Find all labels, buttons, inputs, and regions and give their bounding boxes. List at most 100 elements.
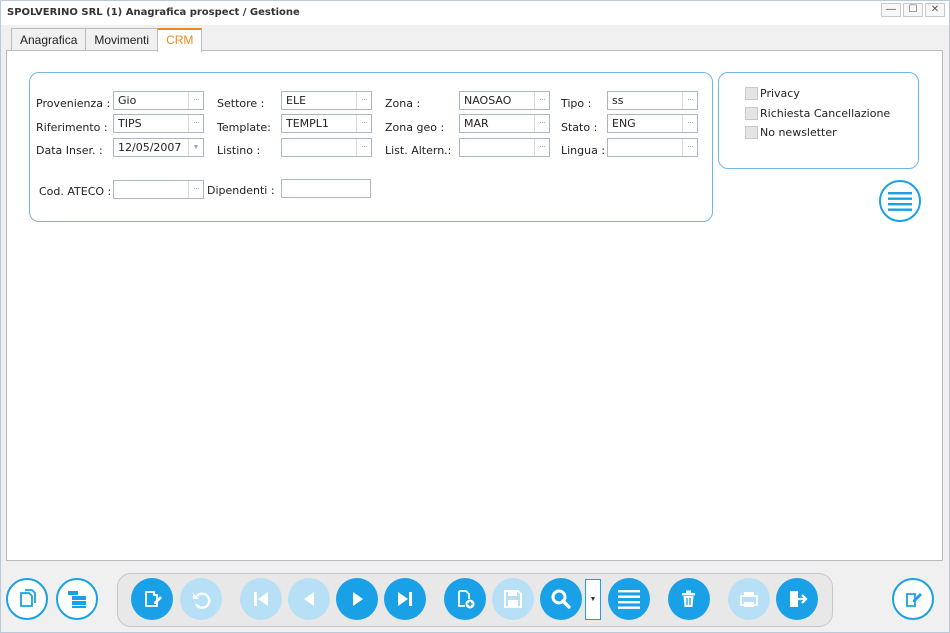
window-controls: — ☐ ✕ [881, 3, 945, 17]
search-icon [551, 589, 571, 609]
list-button[interactable] [608, 578, 650, 620]
zona-geo-field[interactable]: MAR ··· [459, 114, 550, 133]
first-record-button[interactable] [240, 578, 282, 620]
zona-geo-value: MAR [464, 117, 489, 130]
next-record-button[interactable] [336, 578, 378, 620]
data-inser-value: 12/05/2007 [118, 141, 182, 154]
list-icon [888, 192, 912, 211]
list-altern-label: List. Altern.: [385, 144, 452, 157]
search-button[interactable] [540, 578, 582, 620]
search-options-dropdown[interactable]: ▼ [585, 579, 601, 620]
list-icon [618, 590, 640, 609]
zona-field[interactable]: NAOSAO ··· [459, 91, 550, 110]
richiesta-cancellazione-label: Richiesta Cancellazione [760, 107, 891, 120]
tab-strip: Anagrafica Movimenti CRM [11, 28, 203, 52]
cod-ateco-field[interactable]: ··· [113, 180, 204, 199]
copy-documents-icon [20, 589, 36, 607]
new-document-icon [458, 590, 475, 609]
edit-button[interactable] [131, 578, 173, 620]
template-field[interactable]: TEMPL1 ··· [281, 114, 372, 133]
exit-door-icon [790, 591, 808, 607]
last-record-button[interactable] [384, 578, 426, 620]
copy-button[interactable] [6, 578, 48, 620]
lingua-lookup-icon[interactable]: ··· [682, 139, 697, 156]
stato-label: Stato : [561, 121, 598, 134]
riferimento-lookup-icon[interactable]: ··· [188, 115, 203, 132]
list-altern-lookup-icon[interactable]: ··· [534, 139, 549, 156]
provenienza-field[interactable]: Gio ··· [113, 91, 204, 110]
minimize-button[interactable]: — [881, 3, 901, 17]
listino-lookup-icon[interactable]: ··· [356, 139, 371, 156]
zona-value: NAOSAO [464, 94, 512, 107]
tipo-value: ss [612, 94, 624, 107]
tipo-label: Tipo : [561, 97, 592, 110]
save-button[interactable] [492, 578, 534, 620]
edit-document-icon [906, 593, 922, 607]
template-lookup-icon[interactable]: ··· [356, 115, 371, 132]
no-newsletter-label: No newsletter [760, 126, 837, 139]
list-view-button[interactable] [56, 578, 98, 620]
data-inser-dropdown-icon[interactable]: ▼ [188, 139, 203, 156]
data-inser-field[interactable]: 12/05/2007 ▼ [113, 138, 204, 157]
lingua-label: Lingua : [561, 144, 606, 157]
stato-lookup-icon[interactable]: ··· [682, 115, 697, 132]
provenienza-label: Provenienza : [36, 97, 111, 110]
printer-icon [740, 592, 758, 607]
dipendenti-label: Dipendenti : [207, 184, 275, 197]
tipo-field[interactable]: ss ··· [607, 91, 698, 110]
trash-icon [682, 590, 695, 607]
edit-notes-button[interactable] [892, 578, 934, 620]
listino-field[interactable]: ··· [281, 138, 372, 157]
stato-value: ENG [612, 117, 636, 130]
exit-button[interactable] [776, 578, 818, 620]
no-newsletter-checkbox[interactable] [745, 126, 758, 139]
stato-field[interactable]: ENG ··· [607, 114, 698, 133]
zona-lookup-icon[interactable]: ··· [534, 92, 549, 109]
template-label: Template: [217, 121, 271, 134]
settore-lookup-icon[interactable]: ··· [356, 92, 371, 109]
stacked-list-icon [68, 591, 86, 608]
settore-field[interactable]: ELE ··· [281, 91, 372, 110]
riferimento-field[interactable]: TIPS ··· [113, 114, 204, 133]
undo-button[interactable] [180, 578, 222, 620]
zona-geo-label: Zona geo : [385, 121, 445, 134]
title-bar: SPOLVERINO SRL (1) Anagrafica prospect /… [1, 1, 949, 25]
cod-ateco-label: Cod. ATECO : [39, 185, 112, 198]
maximize-button[interactable]: ☐ [903, 3, 923, 17]
tipo-lookup-icon[interactable]: ··· [682, 92, 697, 109]
save-icon [504, 590, 522, 608]
undo-icon [193, 592, 211, 609]
tab-movimenti[interactable]: Movimenti [85, 28, 159, 51]
listino-label: Listino : [217, 144, 261, 157]
tab-crm[interactable]: CRM [157, 28, 203, 52]
print-button[interactable] [728, 578, 770, 620]
template-value: TEMPL1 [286, 117, 329, 130]
list-altern-field[interactable]: ··· [459, 138, 550, 157]
provenienza-lookup-icon[interactable]: ··· [188, 92, 203, 109]
riferimento-value: TIPS [118, 117, 142, 130]
lingua-field[interactable]: ··· [607, 138, 698, 157]
settore-value: ELE [286, 94, 307, 107]
zona-label: Zona : [385, 97, 421, 110]
delete-button[interactable] [668, 578, 710, 620]
edit-document-icon [145, 591, 162, 607]
cod-ateco-lookup-icon[interactable]: ··· [188, 181, 203, 198]
previous-record-button[interactable] [288, 578, 330, 620]
provenienza-value: Gio [118, 94, 137, 107]
tab-anagrafica[interactable]: Anagrafica [11, 28, 87, 51]
settore-label: Settore : [217, 97, 265, 110]
privacy-checkbox[interactable] [745, 87, 758, 100]
skip-last-icon [398, 592, 412, 606]
new-record-button[interactable] [444, 578, 486, 620]
richiesta-cancellazione-checkbox[interactable] [745, 107, 758, 120]
window-title: SPOLVERINO SRL (1) Anagrafica prospect /… [7, 7, 300, 18]
skip-first-icon [254, 592, 268, 606]
data-inser-label: Data Inser. : [36, 144, 103, 157]
close-button[interactable]: ✕ [925, 3, 945, 17]
next-icon [353, 592, 363, 606]
previous-icon [304, 592, 314, 606]
dipendenti-field[interactable] [281, 179, 371, 198]
zona-geo-lookup-icon[interactable]: ··· [534, 115, 549, 132]
options-menu-button[interactable] [879, 180, 921, 222]
privacy-label: Privacy [760, 87, 800, 100]
